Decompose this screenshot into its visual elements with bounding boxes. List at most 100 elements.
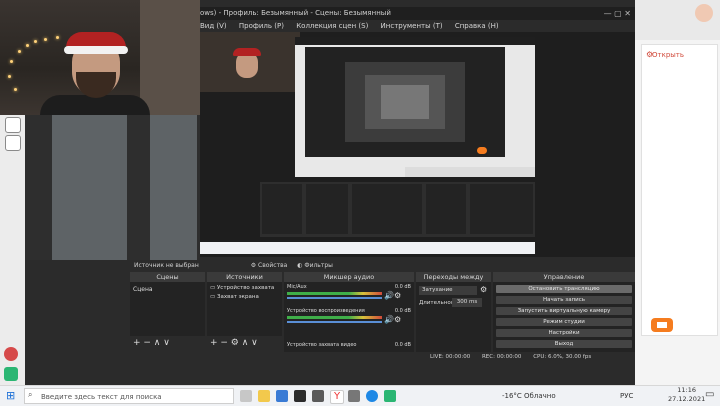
controls-dock: Управление Остановить трансляцию Начать … (493, 272, 635, 352)
obs-preview (200, 32, 635, 257)
filters-button[interactable]: Фильтры (304, 262, 332, 269)
gear-icon[interactable]: ⚙ (480, 285, 487, 294)
scene-item[interactable]: Сцена (130, 282, 205, 297)
browser-panel: Открыть ⚙ (635, 0, 720, 385)
controls-title: Управление (493, 272, 635, 282)
sidebar-app-icon[interactable] (5, 117, 21, 133)
virtual-camera-button[interactable]: Запустить виртуальную камеру (496, 307, 632, 315)
yandex-icon[interactable]: Y (330, 390, 344, 404)
controls-body: Остановить трансляцию Начать запись Запу… (493, 282, 635, 352)
nested-screen (295, 37, 535, 177)
clock-date: 27.12.2021 (668, 395, 706, 403)
obs-icon[interactable] (294, 390, 306, 402)
mixer-dock: Микшер аудио Mic/Aux 0.0 dB 🔊⚙ Устройств… (284, 272, 414, 352)
scene-controls[interactable]: + − ∧ ∨ (133, 338, 170, 348)
file-explorer-icon[interactable] (258, 390, 270, 402)
filter-icon: ◐ (297, 262, 303, 269)
clock[interactable]: 11:16 27.12.2021 (668, 386, 705, 404)
exit-button[interactable]: Выход (496, 340, 632, 348)
studio-mode-button[interactable]: Режим студии (496, 318, 632, 326)
transitions-dock: Переходы между сце... Затухание ⚙ Длител… (416, 272, 491, 352)
mixer-db-1: 0.0 dB (394, 284, 411, 290)
no-source-label: Источник не выбран (134, 262, 199, 269)
app-icon[interactable] (276, 390, 288, 402)
stop-stream-button[interactable]: Остановить трансляцию (496, 285, 632, 293)
rec-status: REC: 00:00:00 (481, 354, 522, 360)
green-app-icon[interactable] (4, 367, 18, 381)
add-icon[interactable] (4, 347, 18, 361)
cpu-status: CPU: 6.0%, 30.00 fps (533, 354, 592, 360)
menu-help[interactable]: Справка (H) (455, 22, 499, 30)
mixer-db-3: 0.0 dB (394, 342, 411, 348)
mixer-db-2: 0.0 dB (394, 308, 411, 314)
obs-docks: Сцены Сцена + − ∧ ∨ Источники ▭ Устройст… (130, 272, 635, 362)
browser-card: Открыть ⚙ (641, 44, 718, 336)
search-placeholder: Введите здесь текст для поиска (41, 393, 162, 401)
weather-text: -16°C Облачно (502, 392, 556, 400)
transitions-title: Переходы между сце... (416, 272, 491, 291)
source-item-2[interactable]: ▭ Захват экрана (207, 291, 282, 303)
mail-icon (657, 322, 667, 328)
sources-title: Источники (207, 272, 282, 282)
app-icon-2[interactable] (312, 390, 324, 402)
window-controls[interactable]: — ▢ ✕ (604, 7, 631, 20)
mixer-body: Mic/Aux 0.0 dB 🔊⚙ Устройство воспроизвед… (284, 282, 414, 352)
task-view-icon[interactable] (240, 390, 252, 402)
source-controls[interactable]: + − ⚙ ∧ ∨ (210, 338, 258, 348)
mixer-channel-3: Устройство захвата видео (287, 342, 357, 348)
audio-meter (287, 292, 382, 295)
menu-scene-collection[interactable]: Коллекция сцен (S) (296, 22, 368, 30)
search-icon: ⌕ (28, 390, 33, 399)
avatar[interactable] (695, 4, 713, 22)
speaker-icon[interactable]: 🔊⚙ (384, 315, 401, 324)
speaker-icon[interactable]: 🔊⚙ (384, 291, 401, 300)
sources-list: ▭ Устройство захвата ▭ Захват экрана (207, 282, 282, 336)
status-bar: LIVE: 00:00:00 REC: 00:00:00 CPU: 6.0%, … (130, 352, 635, 362)
app-icon-3[interactable] (348, 390, 360, 402)
menu-tools[interactable]: Инструменты (T) (381, 22, 443, 30)
scenes-dock: Сцены Сцена + − ∧ ∨ (130, 272, 205, 352)
taskbar-search-input[interactable]: Введите здесь текст для поиска (24, 388, 234, 404)
mixer-channel-1: Mic/Aux (287, 284, 307, 290)
settings-button[interactable]: Настройки (496, 329, 632, 337)
santa-hat-brim (64, 46, 128, 54)
start-recording-button[interactable]: Начать запись (496, 296, 632, 304)
left-sidebar (0, 115, 25, 385)
open-link[interactable]: Открыть (652, 51, 684, 59)
nested-taskbar (200, 242, 535, 254)
weather-widget[interactable]: -16°C Облачно (502, 391, 556, 401)
properties-button[interactable]: Свойства (258, 262, 287, 269)
window-title-prefix: ows) - (200, 9, 222, 17)
webcam-preview (0, 0, 200, 115)
scenes-title: Сцены (130, 272, 205, 282)
obs-menubar: Вид (V) Профиль (P) Коллекция сцен (S) И… (200, 20, 635, 32)
audio-meter (287, 316, 382, 319)
language-indicator[interactable]: РУС (620, 391, 633, 401)
notifications-icon[interactable]: ▭ (705, 390, 714, 400)
source-label-2: Захват экрана (216, 294, 259, 300)
app-icon-4[interactable] (384, 390, 396, 402)
person-body (40, 95, 150, 115)
clock-time: 11:16 (677, 386, 696, 394)
duration-input[interactable]: 300 ms (452, 298, 482, 307)
volume-slider[interactable] (287, 321, 382, 323)
menu-profile[interactable]: Профиль (P) (239, 22, 284, 30)
windows-start-icon[interactable]: ⊞ (6, 390, 15, 401)
source-item-1[interactable]: ▭ Устройство захвата (207, 282, 282, 291)
gear-icon: ⚙ (250, 262, 257, 269)
preview-webcam (200, 32, 300, 92)
edge-icon[interactable] (366, 390, 378, 402)
mail-button[interactable] (651, 318, 673, 332)
gray-placeholder (52, 115, 127, 260)
windows-taskbar: ⊞ Введите здесь текст для поиска ⌕ Y -16… (0, 385, 720, 406)
menu-view[interactable]: Вид (V) (200, 22, 227, 30)
sidebar-app-icon-2[interactable] (5, 135, 21, 151)
mixer-title: Микшер аудио (284, 272, 414, 282)
transitions-body: Затухание ⚙ Длительность 300 ms (416, 282, 491, 352)
gear-icon: ⚙ (646, 50, 654, 59)
transition-select[interactable]: Затухание (419, 286, 477, 295)
volume-slider[interactable] (287, 297, 382, 299)
mixer-channel-2: Устройство воспроизведения (287, 308, 365, 314)
window-title: Профиль: Безымянный - Сцены: Безымянный (223, 9, 391, 17)
source-toolbar: Источник не выбран ⚙ Свойства ◐ Фильтры (130, 261, 635, 271)
